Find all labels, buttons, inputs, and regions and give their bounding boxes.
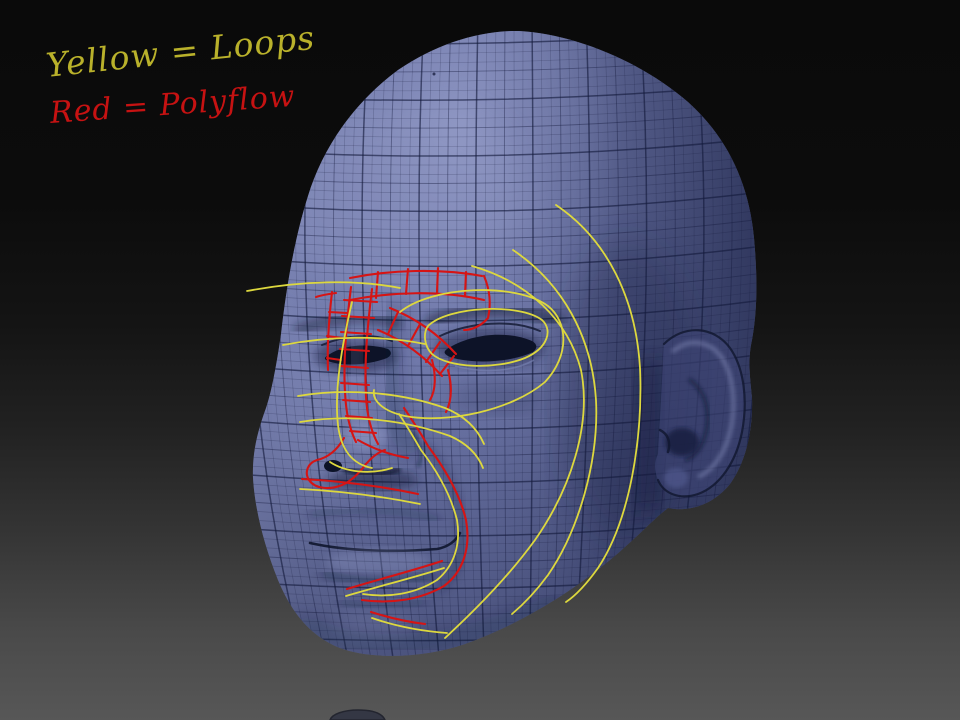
sculpt-canvas[interactable]: Yellow = Loops Red = Polyflow (0, 0, 960, 720)
legend-loops-label: Yellow = Loops (44, 18, 317, 85)
lower-lip-highlight (326, 549, 430, 575)
neck-mesh (329, 709, 386, 720)
viewport-3d[interactable]: Yellow = Loops Red = Polyflow (0, 0, 960, 720)
nose-tip-highlight (345, 422, 387, 450)
forehead-speck (432, 72, 436, 76)
under-nose-shadow (326, 470, 418, 490)
head-mesh[interactable] (238, 10, 780, 720)
earlobe-highlight (664, 468, 688, 488)
legend: Yellow = Loops Red = Polyflow (44, 18, 317, 131)
legend-polyflow-label: Red = Polyflow (48, 79, 297, 131)
